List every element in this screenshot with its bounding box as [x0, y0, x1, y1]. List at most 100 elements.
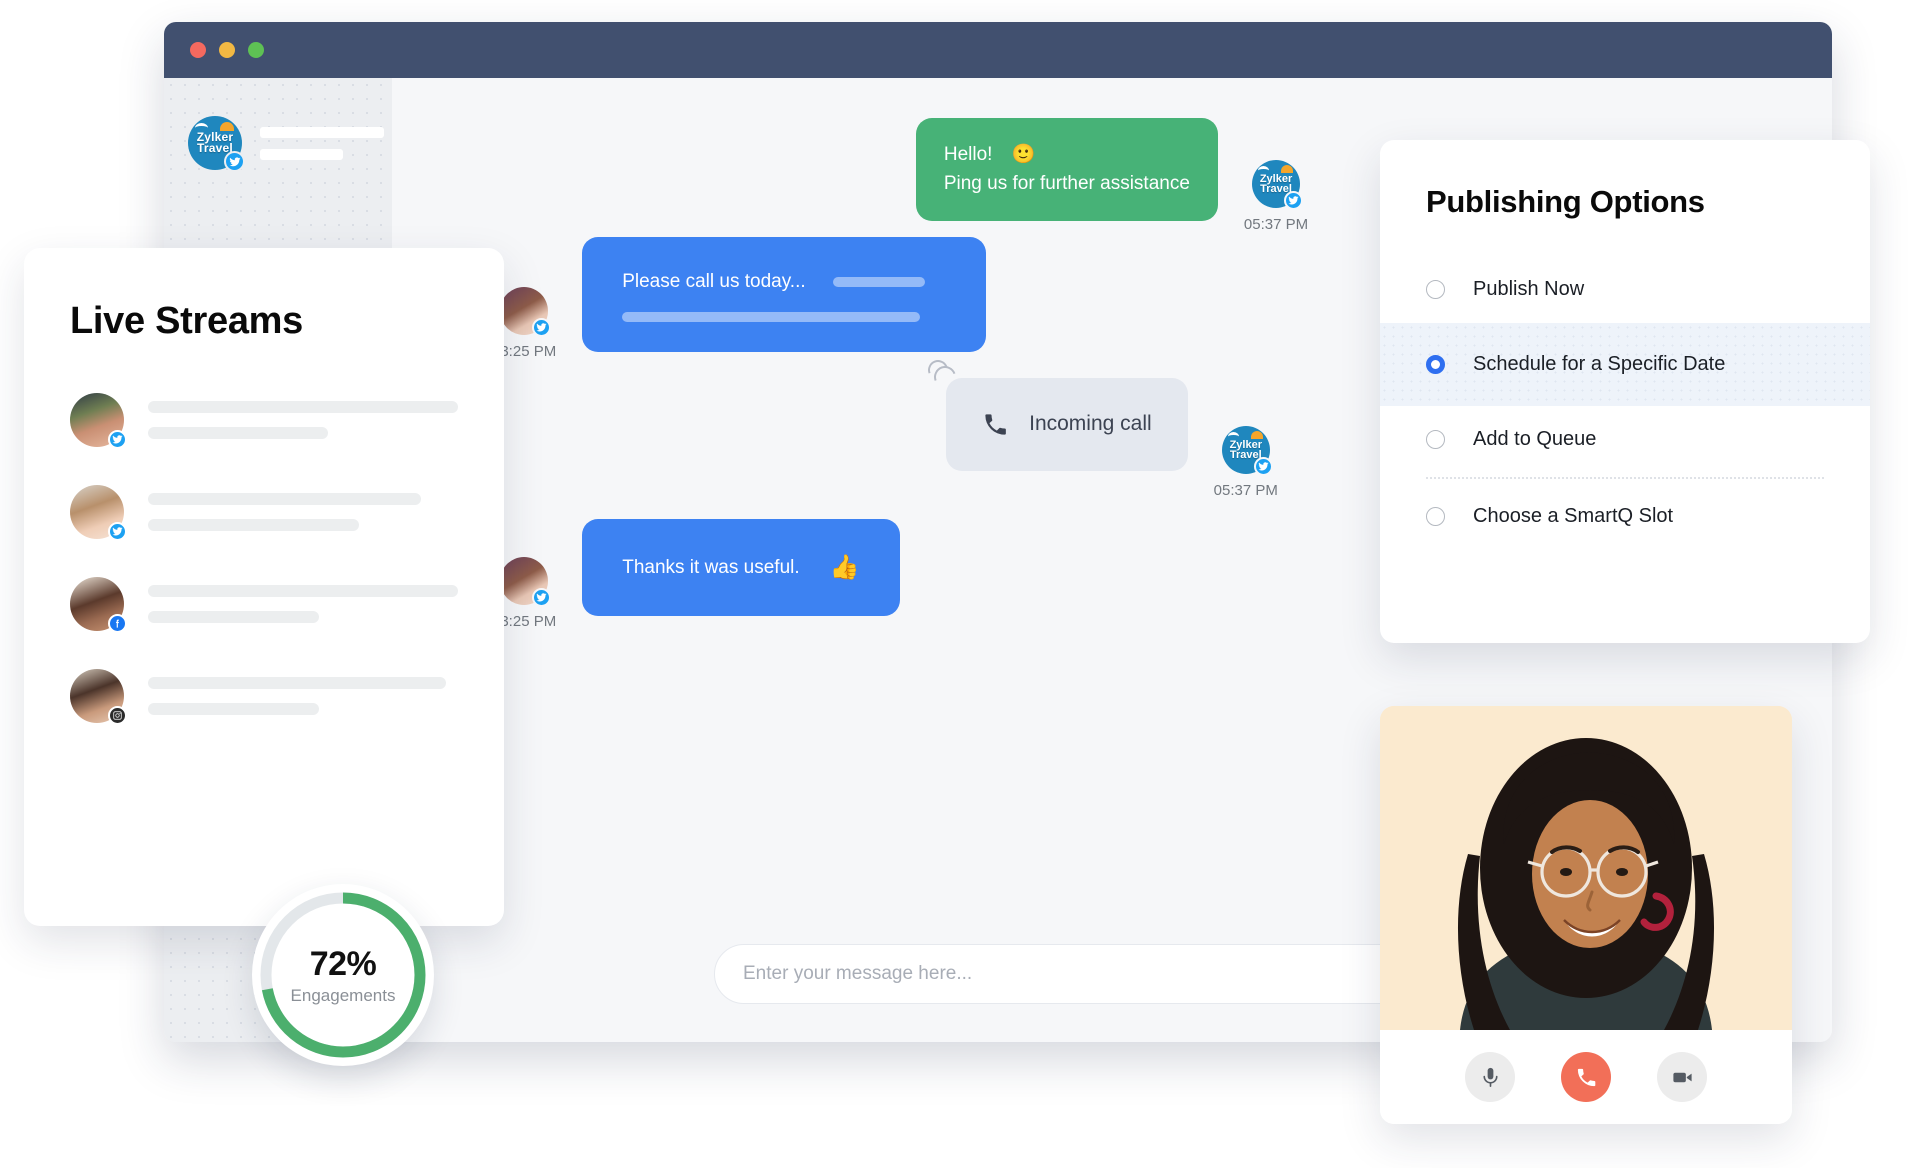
list-item-text	[148, 401, 458, 439]
message-timestamp: 05:37 PM	[1213, 482, 1278, 499]
woman-glasses-avatar	[70, 669, 127, 725]
list-item[interactable]	[70, 393, 458, 449]
divider	[1426, 477, 1824, 479]
placeholder-bar	[832, 276, 925, 287]
sidebar-profile[interactable]: Zylker Travel	[188, 116, 392, 172]
call-controls	[1380, 1030, 1792, 1124]
list-item[interactable]	[70, 669, 458, 725]
sun-icon	[220, 122, 234, 131]
list-item[interactable]	[70, 577, 458, 633]
gauge-label: 72% Engagements	[291, 945, 396, 1006]
twitter-icon	[1253, 457, 1273, 476]
live-streams-title: Live Streams	[70, 300, 303, 342]
message-meta: Zylker Travel 05:37 PM	[1214, 426, 1278, 499]
phone-icon	[985, 414, 1006, 435]
maximize-button[interactable]	[248, 42, 264, 58]
window-titlebar	[164, 22, 1832, 78]
placeholder-line	[148, 611, 319, 623]
publishing-options-list: Publish Now Schedule for a Specific Date…	[1380, 256, 1870, 550]
end-call-button[interactable]	[1561, 1052, 1611, 1102]
message-text: Hello!	[943, 144, 993, 165]
palm-tree-icon	[195, 123, 208, 133]
radio-icon-selected[interactable]	[1426, 355, 1445, 374]
option-label: Add to Queue	[1473, 428, 1597, 450]
message-bubble-call-request: Please call us today...	[582, 237, 987, 353]
message-meta: Zylker Travel 05:37 PM	[1244, 160, 1308, 233]
option-add-to-queue[interactable]: Add to Queue	[1380, 406, 1870, 473]
woman-curly-hair-avatar	[500, 287, 552, 337]
zylker-travel-logo: Zylker Travel	[188, 116, 245, 172]
close-button[interactable]	[190, 42, 206, 58]
option-schedule-specific-date[interactable]: Schedule for a Specific Date	[1380, 323, 1870, 406]
woman-blonde-avatar	[70, 485, 127, 541]
placeholder-line	[260, 148, 343, 160]
placeholder-line	[148, 585, 458, 597]
placeholder-line	[148, 493, 421, 505]
list-item[interactable]	[70, 485, 458, 541]
phone-icon	[1577, 1068, 1595, 1086]
microphone-icon	[1482, 1067, 1498, 1087]
placeholder-line	[148, 519, 359, 531]
twitter-icon	[532, 588, 552, 607]
gauge-percent: 72%	[309, 944, 377, 983]
message-timestamp: 05:37 PM	[1243, 216, 1309, 233]
option-label: Publish Now	[1473, 278, 1585, 300]
radio-icon[interactable]	[1426, 430, 1445, 449]
message-bubble-greeting: Hello! 🙂 Ping us for further assistance	[915, 118, 1218, 221]
placeholder-line	[148, 677, 446, 689]
twitter-icon	[224, 151, 245, 172]
live-streams-panel: Live Streams	[24, 248, 504, 926]
smiley-emoji: 🙂	[1011, 144, 1036, 165]
twitter-icon	[532, 318, 552, 337]
list-item-text	[148, 585, 458, 623]
message-text: Incoming call	[1029, 412, 1152, 435]
sun-icon	[1250, 431, 1263, 439]
placeholder-line	[148, 703, 319, 715]
zylker-travel-avatar: Zylker Travel	[1252, 160, 1304, 210]
option-choose-smartq-slot[interactable]: Choose a SmartQ Slot	[1380, 483, 1870, 550]
minimize-button[interactable]	[219, 42, 235, 58]
woman-dark-hair-avatar	[70, 577, 127, 633]
message-bubble-incoming-call: Incoming call	[946, 378, 1188, 471]
placeholder-line	[148, 401, 458, 413]
video-feed	[1380, 706, 1792, 1030]
message-bubble-thanks: Thanks it was useful. 👍	[582, 519, 900, 617]
placeholder-bar	[622, 312, 921, 323]
publishing-options-panel: Publishing Options Publish Now Schedule …	[1380, 140, 1870, 643]
thumbs-up-emoji: 👍	[829, 554, 860, 581]
placeholder-line	[148, 427, 328, 439]
microphone-button[interactable]	[1465, 1052, 1515, 1102]
twitter-icon	[108, 430, 127, 449]
ringing-arc-icon	[924, 356, 962, 394]
video-button[interactable]	[1657, 1052, 1707, 1102]
option-publish-now[interactable]: Publish Now	[1380, 256, 1870, 323]
palm-tree-icon	[1227, 432, 1239, 441]
woman-with-glasses-video	[1380, 706, 1792, 1030]
palm-tree-icon	[1258, 166, 1270, 175]
list-item-text	[148, 677, 458, 715]
message-text: Ping us for further assistance	[943, 173, 1190, 195]
zylker-travel-avatar: Zylker Travel	[1221, 426, 1273, 476]
sidebar-profile-text	[260, 126, 384, 160]
sun-icon	[1281, 165, 1294, 173]
video-call-panel	[1380, 706, 1792, 1124]
publishing-options-title: Publishing Options	[1426, 184, 1705, 219]
radio-icon[interactable]	[1426, 507, 1445, 526]
instagram-icon	[108, 706, 127, 725]
gauge-caption: Engagements	[290, 985, 396, 1005]
engagement-gauge: 72% Engagements	[252, 884, 434, 1066]
radio-icon[interactable]	[1426, 280, 1445, 299]
option-label: Choose a SmartQ Slot	[1473, 505, 1674, 527]
woman-curly-hair-avatar	[500, 557, 552, 607]
twitter-icon	[1284, 191, 1304, 210]
list-item-text	[148, 493, 458, 531]
video-camera-icon	[1672, 1072, 1692, 1082]
placeholder-line	[260, 126, 384, 138]
message-text: Please call us today...	[622, 271, 806, 292]
incoming-call-wrapper: Incoming call	[924, 356, 1188, 471]
woman-headband-avatar	[70, 393, 127, 449]
option-label: Schedule for a Specific Date	[1473, 353, 1726, 375]
message-text: Thanks it was useful.	[622, 556, 800, 578]
facebook-icon	[108, 614, 127, 633]
twitter-icon	[108, 522, 127, 541]
